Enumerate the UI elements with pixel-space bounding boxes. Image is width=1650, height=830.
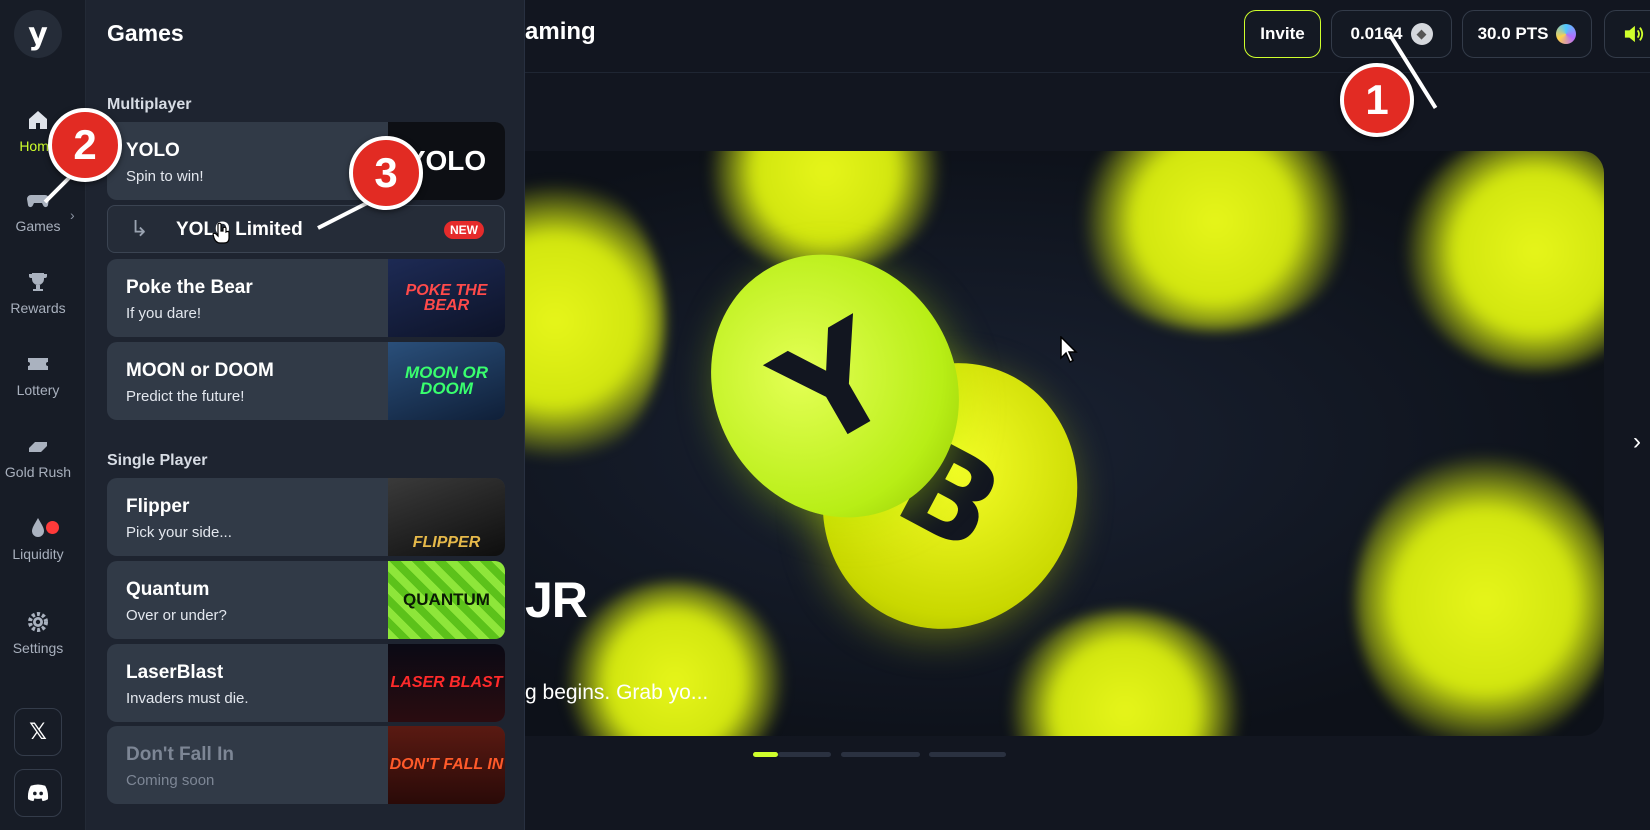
game-card-laserblast[interactable]: LaserBlast Invaders must die. LASER BLAS…	[107, 644, 505, 722]
carousel-dot[interactable]	[841, 752, 920, 757]
carousel-dot-active[interactable]	[753, 752, 778, 757]
game-subtitle: Predict the future!	[126, 388, 245, 405]
speaker-icon	[1624, 25, 1644, 43]
sidebar-item-games[interactable]: Games	[0, 188, 76, 234]
sidebar-item-lottery[interactable]: Lottery	[0, 352, 76, 398]
game-card-yolo-limited[interactable]: ↳ YOLO Limited NEW	[107, 205, 505, 253]
blurred-coin	[1405, 151, 1604, 371]
annotation-badge-1: 1	[1340, 63, 1414, 137]
game-title: MOON or DOOM	[126, 360, 274, 381]
game-card-dont-fall-in: Don't Fall In Coming soon DON'T FALL IN	[107, 726, 505, 804]
points-globe-icon	[1556, 24, 1577, 44]
sidebar-item-gold-rush[interactable]: Gold Rush	[0, 434, 76, 480]
game-subtitle: Spin to win!	[126, 168, 204, 185]
blurred-coin	[565, 581, 785, 736]
game-thumbnail: FLIPPER	[388, 478, 505, 556]
sidebar-item-label: Gold Rush	[4, 464, 72, 480]
game-title: Quantum	[126, 579, 210, 600]
games-panel: Games Multiplayer YOLO Spin to win! YOLO…	[86, 0, 525, 830]
game-card-yolo[interactable]: YOLO Spin to win! YOLO	[107, 122, 505, 200]
ethereum-icon: ◆	[1410, 23, 1433, 45]
game-thumbnail: QUANTUM	[388, 561, 505, 639]
home-icon	[29, 111, 47, 129]
sidebar-item-rewards[interactable]: Rewards	[0, 270, 76, 316]
game-subtitle: Invaders must die.	[126, 690, 249, 707]
hero-headline: JR	[525, 572, 588, 628]
sidebar-item-label: Liquidity	[12, 546, 64, 562]
game-subtitle: Coming soon	[126, 772, 215, 789]
game-thumbnail: MOON OR DOOM	[388, 342, 505, 420]
points-value: 30.0 PTS	[1477, 24, 1549, 43]
game-card-poke-the-bear[interactable]: Poke the Bear If you dare! POKE THE BEAR	[107, 259, 505, 337]
header-divider	[525, 72, 1650, 73]
section-heading-single-player: Single Player	[107, 452, 208, 469]
sidebar-item-label: Lottery	[16, 382, 60, 398]
discord-link[interactable]	[14, 769, 62, 817]
notification-dot	[46, 521, 59, 534]
gold-bar-icon	[29, 442, 47, 452]
gear-icon	[28, 612, 48, 632]
invite-button[interactable]: Invite	[1244, 10, 1321, 58]
new-badge: NEW	[444, 221, 484, 239]
carousel-dot[interactable]	[929, 752, 1006, 757]
game-title: LaserBlast	[126, 662, 224, 683]
page-title: aming	[525, 18, 596, 45]
sidebar-item-label: Games	[15, 218, 61, 234]
blurred-coin	[525, 171, 665, 471]
section-heading-multiplayer: Multiplayer	[107, 96, 192, 113]
game-thumbnail: DON'T FALL IN	[388, 726, 505, 804]
sound-toggle[interactable]	[1604, 10, 1650, 58]
panel-title: Games	[107, 20, 184, 46]
hand-cursor-icon	[212, 222, 230, 244]
blurred-coin	[1005, 611, 1245, 736]
game-card-flipper[interactable]: Flipper Pick your side... FLIPPER	[107, 478, 505, 556]
x-link[interactable]: 𝕏	[14, 708, 62, 756]
blurred-coin	[1075, 151, 1355, 331]
game-title: Flipper	[126, 496, 190, 517]
blurred-coin	[1355, 451, 1604, 736]
annotation-badge-3: 3	[349, 136, 423, 210]
hero-subline: g begins. Grab yo...	[525, 681, 709, 704]
sidebar-item-liquidity[interactable]: Liquidity	[0, 516, 76, 562]
game-title: Don't Fall In	[126, 744, 234, 765]
game-title: YOLO Limited	[176, 219, 303, 240]
mouse-cursor-icon	[1060, 336, 1078, 364]
game-subtitle: Over or under?	[126, 607, 227, 624]
sidebar-item-label: Rewards	[10, 300, 66, 316]
game-card-moon-or-doom[interactable]: MOON or DOOM Predict the future! MOON OR…	[107, 342, 505, 420]
sidebar-item-label: Settings	[12, 640, 64, 656]
blurred-coin	[705, 151, 945, 271]
game-subtitle: Pick your side...	[126, 524, 232, 541]
points-button[interactable]: 30.0 PTS	[1462, 10, 1592, 58]
logo[interactable]: y	[14, 10, 62, 58]
app-root: y Home Games › Rewards Lottery Gold Rush…	[0, 0, 1650, 830]
hero-banner[interactable]: B Y JR g begins. Grab yo...	[525, 151, 1604, 736]
game-card-quantum[interactable]: Quantum Over or under? QUANTUM	[107, 561, 505, 639]
ticket-icon	[28, 358, 48, 370]
carousel-next-button[interactable]: ›	[1633, 428, 1641, 456]
discord-icon	[27, 784, 49, 802]
game-thumbnail: POKE THE BEAR	[388, 259, 505, 337]
carousel-dot[interactable]	[778, 752, 831, 757]
game-thumbnail: LASER BLAST	[388, 644, 505, 722]
trophy-icon	[29, 273, 47, 291]
game-subtitle: If you dare!	[126, 305, 202, 322]
sub-arrow-icon: ↳	[130, 216, 149, 241]
x-logo-icon: 𝕏	[29, 719, 47, 744]
game-title: Poke the Bear	[126, 277, 253, 298]
sidebar-item-settings[interactable]: Settings	[0, 610, 76, 656]
chevron-right-icon: ›	[70, 207, 75, 223]
game-title: YOLO	[126, 140, 180, 161]
annotation-badge-2: 2	[48, 108, 122, 182]
